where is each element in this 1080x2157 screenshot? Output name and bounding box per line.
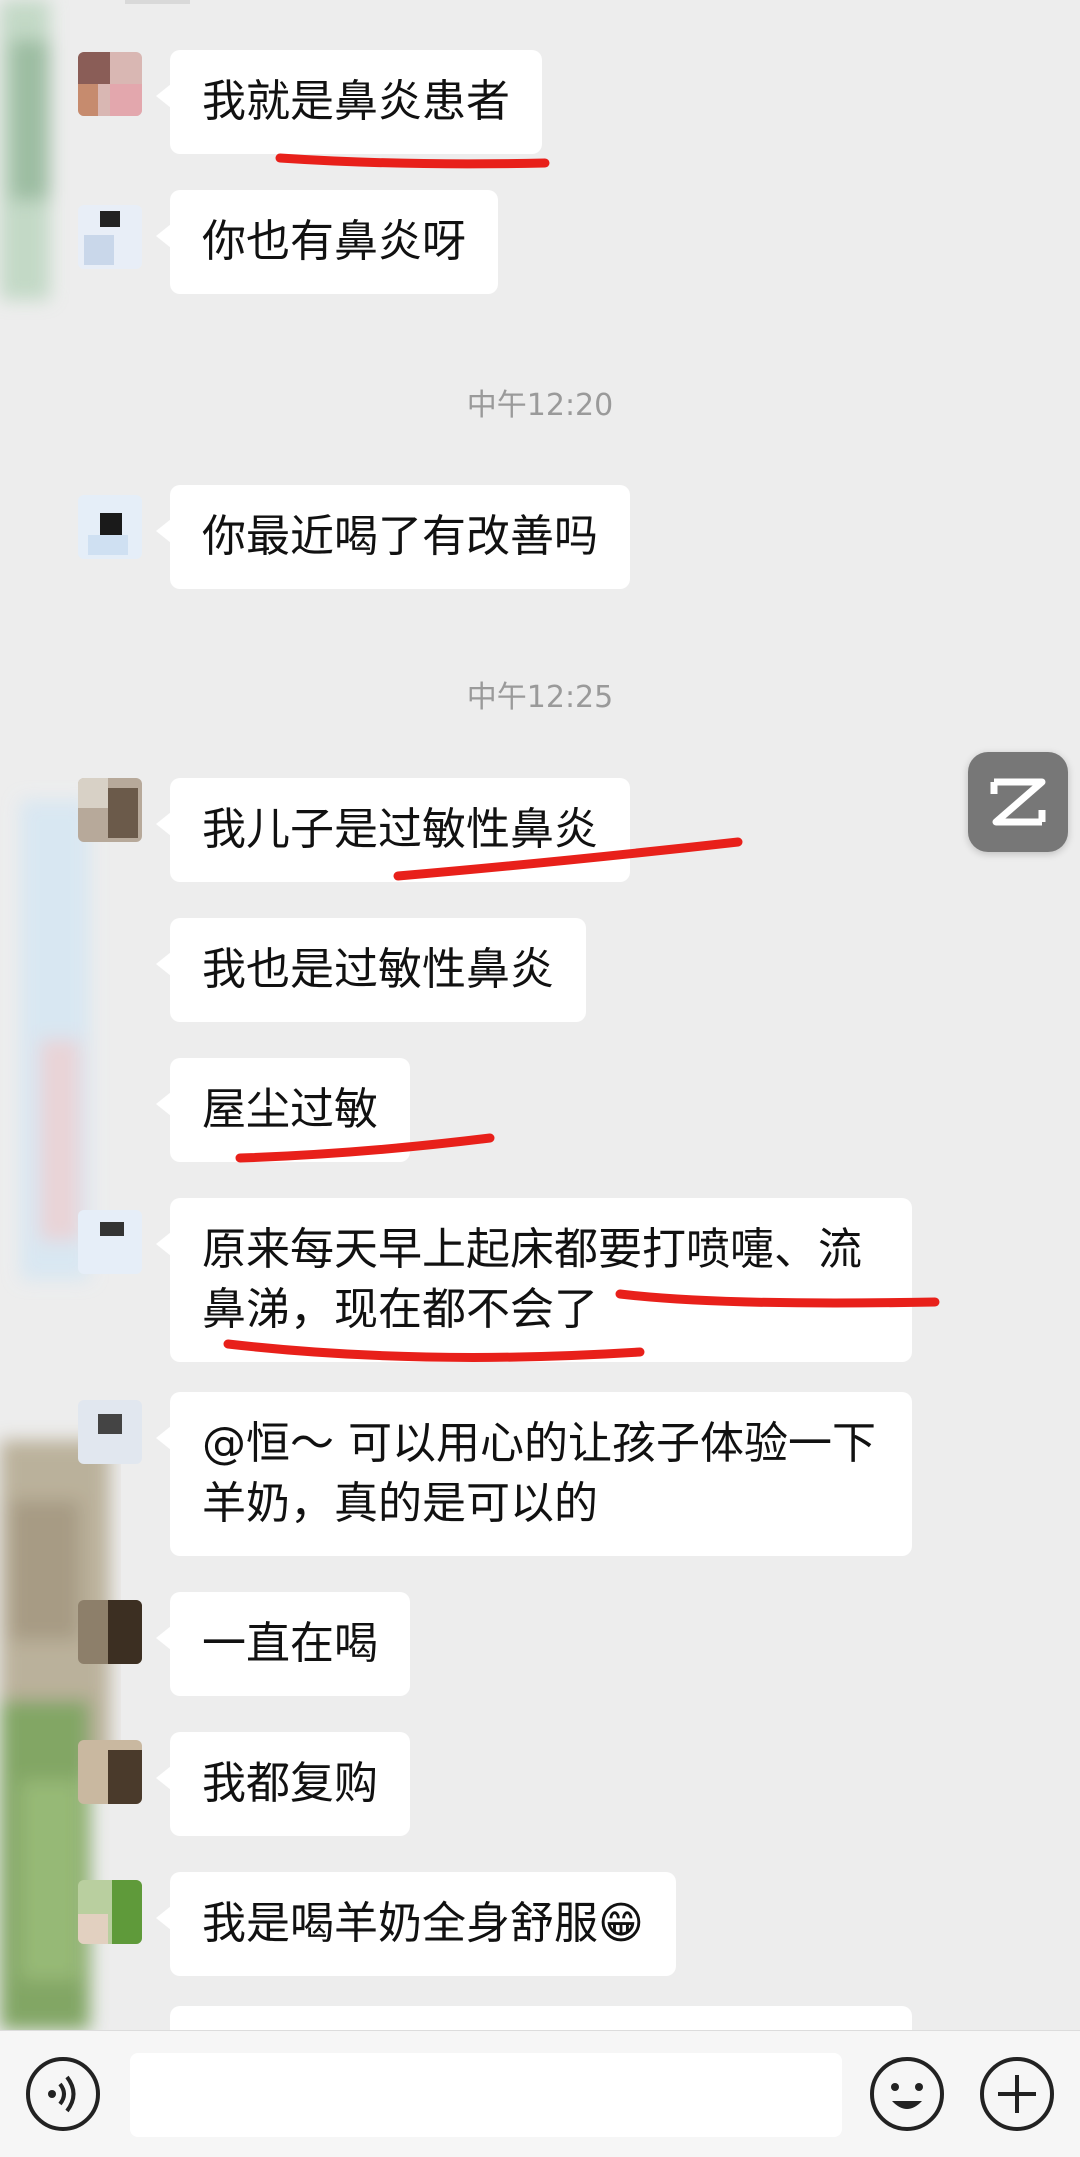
message-bubble[interactable]: 你最近喝了有改善吗 [156, 485, 630, 589]
blurred-background-smear [0, 0, 110, 2030]
chat-input-bar [0, 2030, 1080, 2157]
avatar[interactable] [78, 205, 142, 269]
message-bubble[interactable]: @恒～ 可以用心的让孩子体验一下羊奶，真的是可以的 [156, 1392, 912, 1556]
avatar[interactable] [78, 1210, 142, 1274]
capcut-icon[interactable] [968, 752, 1068, 852]
previous-message-edge [125, 0, 190, 4]
avatar[interactable] [78, 1400, 142, 1464]
message-bubble-partial[interactable] [170, 2006, 912, 2030]
message-input[interactable] [130, 2053, 842, 2137]
voice-icon[interactable] [22, 2053, 104, 2135]
message-bubble[interactable]: 我都复购 [156, 1732, 410, 1836]
avatar[interactable] [78, 1880, 142, 1944]
timestamp: 中午12:20 [466, 388, 614, 423]
message-bubble[interactable]: 一直在喝 [156, 1592, 410, 1696]
avatar[interactable] [78, 495, 142, 559]
avatar[interactable] [78, 1740, 142, 1804]
red-underline-annotations [223, 153, 940, 1362]
avatar[interactable] [78, 778, 142, 842]
message-bubble[interactable]: 你也有鼻炎呀 [156, 190, 498, 294]
message-bubble[interactable]: 屋尘过敏 [156, 1058, 410, 1162]
avatar[interactable] [78, 52, 142, 116]
message-bubble[interactable]: 我是喝羊奶全身舒服😁 [156, 1872, 676, 1976]
emoji-icon[interactable] [866, 2053, 948, 2135]
message-bubble[interactable]: 原来每天早上起床都要打喷嚏、流鼻涕，现在都不会了 [156, 1198, 912, 1362]
message-bubble[interactable]: 我儿子是过敏性鼻炎 [156, 778, 630, 882]
message-bubble[interactable]: 我就是鼻炎患者 [156, 50, 542, 154]
message-bubble[interactable]: 我也是过敏性鼻炎 [156, 918, 586, 1022]
timestamp: 中午12:25 [466, 680, 614, 715]
avatar[interactable] [78, 1600, 142, 1664]
plus-icon[interactable] [976, 2053, 1058, 2135]
